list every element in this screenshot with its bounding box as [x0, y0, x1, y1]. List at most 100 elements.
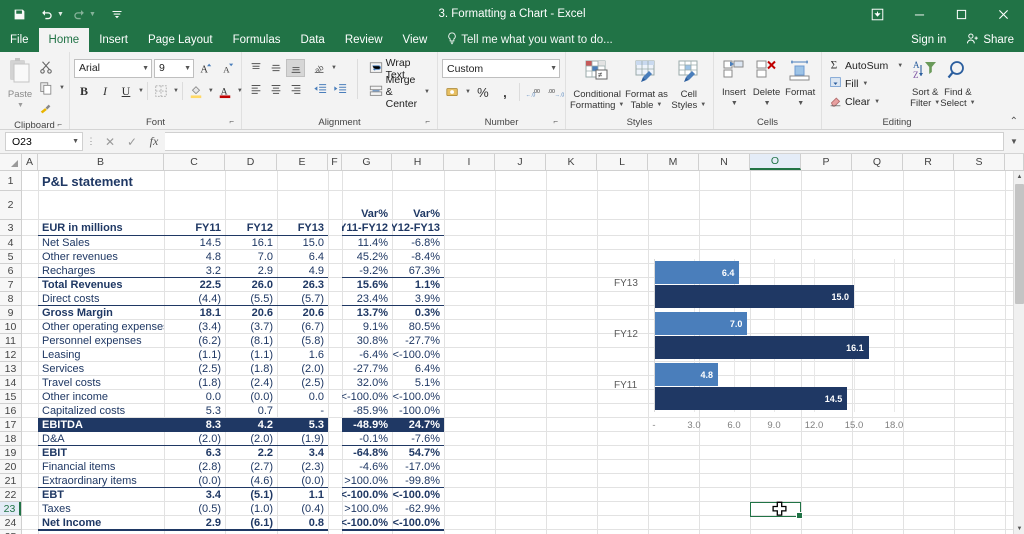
cell-D12[interactable]: (1.1) — [225, 348, 277, 362]
chart-bar-net-sales-fy12[interactable]: 16.1 — [654, 336, 869, 359]
cell-C4[interactable]: 14.5 — [164, 236, 225, 250]
cell-E17[interactable]: 5.3 — [277, 418, 328, 432]
cell-G7[interactable]: 15.6% — [342, 278, 392, 292]
cell-D7[interactable]: 26.0 — [225, 278, 277, 292]
scroll-up-icon[interactable]: ▲ — [1014, 171, 1024, 182]
cell-E22[interactable]: 1.1 — [277, 488, 328, 502]
merge-center-dropdown-icon[interactable]: ▼ — [424, 89, 430, 95]
row-header-4[interactable]: 4 — [0, 236, 21, 250]
underline-dropdown-icon[interactable]: ▼ — [138, 88, 144, 94]
column-header-S[interactable]: S — [954, 154, 1005, 170]
cell-B1[interactable]: P&L statement — [38, 171, 298, 191]
column-header-G[interactable]: G — [342, 154, 392, 170]
tab-page-layout[interactable]: Page Layout — [138, 28, 223, 52]
cell-E11[interactable]: (5.8) — [277, 334, 328, 348]
format-as-table-button[interactable]: Format as Table ▼ — [624, 57, 668, 111]
column-header-Q[interactable]: Q — [852, 154, 903, 170]
cell-C8[interactable]: (4.4) — [164, 292, 225, 306]
alignment-dialog-launcher[interactable]: ⌐ — [425, 115, 430, 128]
paste-button[interactable]: Paste ▼ — [4, 55, 36, 111]
row-header-15[interactable]: 15 — [0, 390, 21, 404]
cell-G24[interactable]: <-100.0% — [342, 516, 392, 530]
copy-dropdown-icon[interactable]: ▼ — [59, 85, 65, 91]
cell-G11[interactable]: 30.8% — [342, 334, 392, 348]
cell-C20[interactable]: (2.8) — [164, 460, 225, 474]
cell-E8[interactable]: (5.7) — [277, 292, 328, 306]
row-header-23[interactable]: 23 — [0, 502, 21, 516]
column-header-I[interactable]: I — [444, 154, 495, 170]
cell-H15[interactable]: <-100.0% — [392, 390, 444, 404]
cell-C6[interactable]: 3.2 — [164, 264, 225, 278]
increase-decimal-button[interactable]: ←.0.00 — [524, 82, 544, 102]
cell-C22[interactable]: 3.4 — [164, 488, 225, 502]
align-top-button[interactable] — [246, 59, 265, 77]
align-center-button[interactable] — [266, 80, 285, 98]
cell-styles-button[interactable]: Cell Styles ▼ — [669, 57, 709, 111]
cell-G13[interactable]: -27.7% — [342, 362, 392, 376]
cell-H9[interactable]: 0.3% — [392, 306, 444, 320]
font-size-combo[interactable]: 9 ▼ — [154, 58, 194, 78]
cell-C10[interactable]: (3.4) — [164, 320, 225, 334]
align-middle-button[interactable] — [266, 59, 285, 77]
fill-button[interactable]: Fill ▼ — [826, 75, 906, 92]
increase-font-size-button[interactable]: A — [196, 58, 216, 78]
column-header-E[interactable]: E — [277, 154, 328, 170]
cell-E14[interactable]: (2.5) — [277, 376, 328, 390]
tab-formulas[interactable]: Formulas — [223, 28, 291, 52]
cell-H21[interactable]: -99.8% — [392, 474, 444, 488]
conditional-formatting-button[interactable]: ≠ Conditional Formatting ▼ — [570, 57, 624, 111]
cell-C3[interactable]: FY11 — [164, 220, 225, 236]
cell-B22[interactable]: EBT — [38, 488, 164, 502]
customize-qat-icon[interactable] — [104, 2, 130, 26]
cell-G3[interactable]: FY11-FY12 — [342, 220, 392, 236]
row-header-10[interactable]: 10 — [0, 320, 21, 334]
row-header-20[interactable]: 20 — [0, 460, 21, 474]
cell-C12[interactable]: (1.1) — [164, 348, 225, 362]
chevron-down-icon[interactable]: ▼ — [731, 98, 738, 109]
chevron-down-icon[interactable]: ▼ — [897, 63, 903, 69]
cell-B20[interactable]: Financial items — [38, 460, 164, 474]
tab-home[interactable]: Home — [38, 28, 90, 52]
cell-B10[interactable]: Other operating expenses — [38, 320, 164, 334]
insert-function-icon[interactable]: fx — [143, 132, 165, 152]
row-header-16[interactable]: 16 — [0, 404, 21, 418]
cell-H16[interactable]: -100.0% — [392, 404, 444, 418]
tab-view[interactable]: View — [393, 28, 438, 52]
cell-B19[interactable]: EBIT — [38, 446, 164, 460]
cell-C17[interactable]: 8.3 — [164, 418, 225, 432]
cell-H19[interactable]: 54.7% — [392, 446, 444, 460]
row-header-12[interactable]: 12 — [0, 348, 21, 362]
cell-G23[interactable]: >100.0% — [342, 502, 392, 516]
column-header-M[interactable]: M — [648, 154, 699, 170]
cell-G6[interactable]: -9.2% — [342, 264, 392, 278]
cell-D19[interactable]: 2.2 — [225, 446, 277, 460]
cell-H23[interactable]: -62.9% — [392, 502, 444, 516]
merge-center-button[interactable]: Merge & Center ▼ — [366, 74, 433, 110]
clipboard-dialog-launcher[interactable]: ⌐ — [57, 118, 62, 131]
tab-insert[interactable]: Insert — [89, 28, 138, 52]
cell-G20[interactable]: -4.6% — [342, 460, 392, 474]
row-header-6[interactable]: 6 — [0, 264, 21, 278]
cell-E18[interactable]: (1.9) — [277, 432, 328, 446]
save-icon[interactable] — [6, 2, 32, 26]
borders-button[interactable] — [151, 81, 171, 101]
align-right-button[interactable] — [286, 80, 305, 98]
cell-B12[interactable]: Leasing — [38, 348, 164, 362]
percent-style-button[interactable]: % — [473, 82, 493, 102]
row-header-13[interactable]: 13 — [0, 362, 21, 376]
cell-B14[interactable]: Travel costs — [38, 376, 164, 390]
tab-file[interactable]: File — [0, 28, 39, 52]
cell-H18[interactable]: -7.6% — [392, 432, 444, 446]
number-format-combo[interactable]: Custom ▼ — [442, 59, 560, 78]
cell-C13[interactable]: (2.5) — [164, 362, 225, 376]
cell-B15[interactable]: Other income — [38, 390, 164, 404]
cell-B16[interactable]: Capitalized costs — [38, 404, 164, 418]
column-header-F[interactable]: F — [328, 154, 342, 170]
column-header-K[interactable]: K — [546, 154, 597, 170]
cell-H22[interactable]: <-100.0% — [392, 488, 444, 502]
cell-H11[interactable]: -27.7% — [392, 334, 444, 348]
chart-bar-other-revenues-fy12[interactable]: 7.0 — [654, 312, 748, 335]
column-header-P[interactable]: P — [801, 154, 852, 170]
row-header-9[interactable]: 9 — [0, 306, 21, 320]
close-icon[interactable] — [982, 0, 1024, 28]
